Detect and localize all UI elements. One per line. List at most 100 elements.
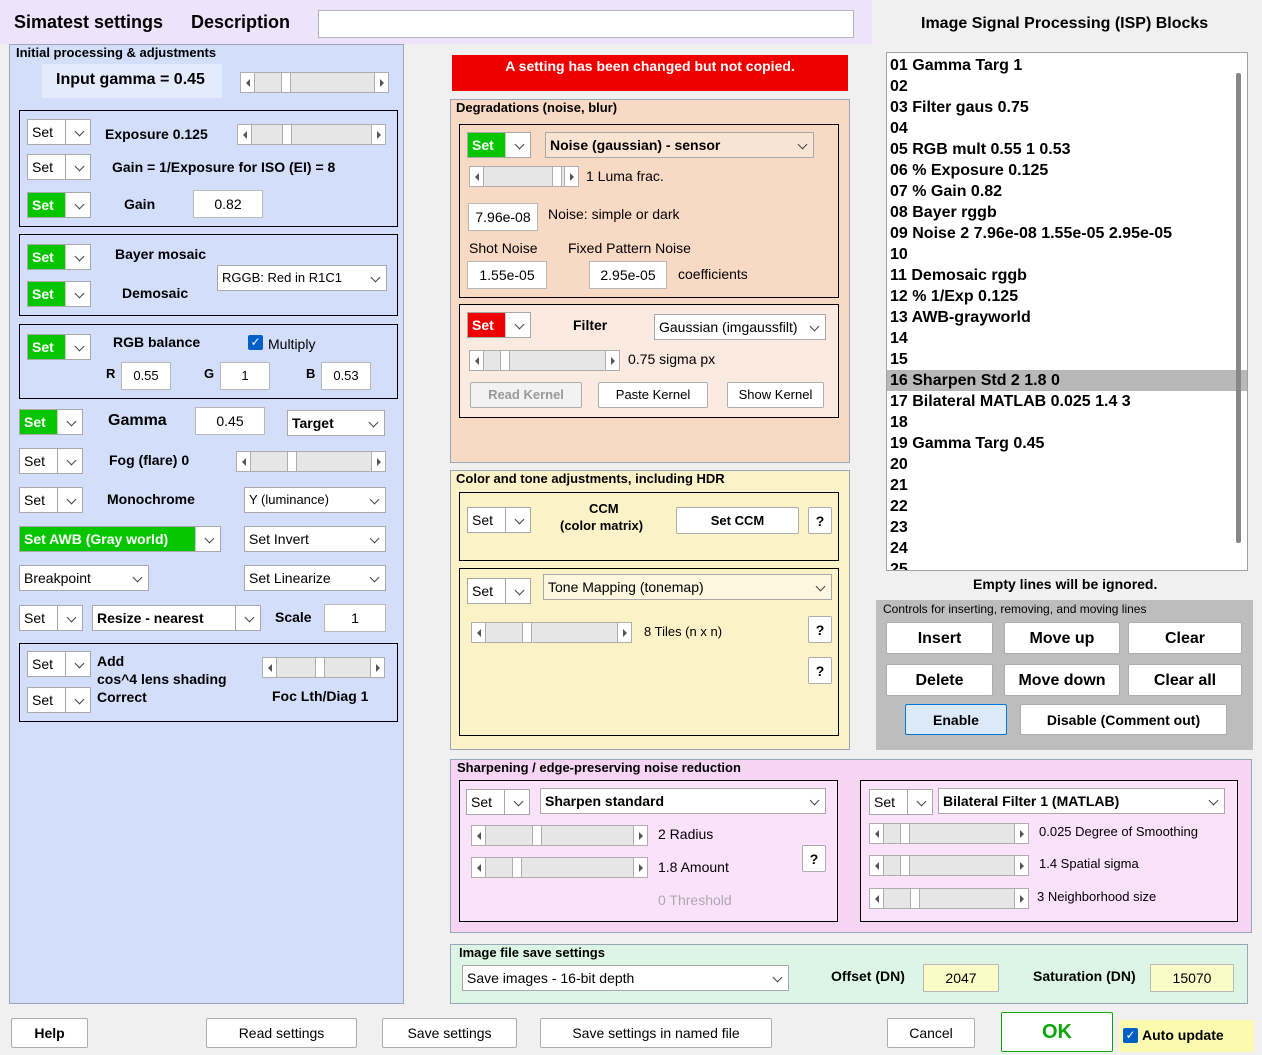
list-item[interactable]: 04 bbox=[887, 118, 1247, 139]
ccm-help-button[interactable]: ? bbox=[808, 507, 832, 534]
awb-dropdown[interactable]: Set AWB (Gray world) bbox=[19, 526, 221, 552]
filter-type-dropdown[interactable]: Gaussian (imgaussfilt) bbox=[654, 314, 826, 340]
list-item[interactable]: 05 RGB mult 0.55 1 0.53 bbox=[887, 139, 1247, 160]
b-input[interactable]: 0.53 bbox=[321, 362, 371, 390]
list-item[interactable]: 10 bbox=[887, 244, 1247, 265]
r-input[interactable]: 0.55 bbox=[121, 362, 171, 390]
tiles-slider[interactable] bbox=[471, 622, 632, 643]
noise-input[interactable]: 7.96e-08 bbox=[468, 203, 538, 231]
list-item[interactable]: 22 bbox=[887, 496, 1247, 517]
list-item[interactable]: 03 Filter gaus 0.75 bbox=[887, 97, 1247, 118]
exposure-set-dropdown[interactable]: Set bbox=[27, 119, 91, 145]
radius-slider[interactable] bbox=[471, 825, 648, 846]
scale-input[interactable]: 1 bbox=[324, 604, 386, 632]
gain-input[interactable]: 0.82 bbox=[193, 190, 263, 218]
tone-help-button-2[interactable]: ? bbox=[808, 657, 832, 684]
list-item[interactable]: 23 bbox=[887, 517, 1247, 538]
amount-slider[interactable] bbox=[471, 857, 648, 878]
offset-input[interactable]: 2047 bbox=[923, 964, 999, 992]
list-item[interactable]: 06 % Exposure 0.125 bbox=[887, 160, 1247, 181]
list-item[interactable]: 15 bbox=[887, 349, 1247, 370]
gain-set-dropdown[interactable]: Set bbox=[27, 192, 91, 218]
list-item[interactable]: 24 bbox=[887, 538, 1247, 559]
read-kernel-button[interactable]: Read Kernel bbox=[470, 382, 582, 408]
bayer-pattern-dropdown[interactable]: RGGB: Red in R1C1 bbox=[217, 265, 387, 291]
list-item[interactable]: 14 bbox=[887, 328, 1247, 349]
mono-set-dropdown[interactable]: Set bbox=[19, 487, 83, 513]
delete-button[interactable]: Delete bbox=[886, 664, 993, 696]
clear-button[interactable]: Clear bbox=[1128, 622, 1242, 654]
breakpoint-dropdown[interactable]: Breakpoint bbox=[19, 565, 149, 591]
list-item[interactable]: 25 bbox=[887, 559, 1247, 570]
list-item[interactable]: 11 Demosaic rggb bbox=[887, 265, 1247, 286]
auto-update-checkbox[interactable]: ✓ bbox=[1123, 1028, 1138, 1043]
exposure-slider[interactable] bbox=[237, 124, 386, 145]
list-item[interactable]: 13 AWB-grayworld bbox=[887, 307, 1247, 328]
bayer-set-dropdown[interactable]: Set bbox=[27, 244, 91, 270]
sigma-slider[interactable] bbox=[469, 350, 620, 371]
sharpen-set-dropdown[interactable]: Set bbox=[466, 789, 530, 815]
lens-add-set-dropdown[interactable]: Set bbox=[27, 651, 91, 677]
noise-set-dropdown[interactable]: Set bbox=[467, 132, 531, 158]
multiply-checkbox[interactable]: ✓ bbox=[248, 335, 263, 350]
cancel-button[interactable]: Cancel bbox=[887, 1018, 975, 1048]
bilateral-set-dropdown[interactable]: Set bbox=[869, 789, 933, 815]
list-item[interactable]: 19 Gamma Targ 0.45 bbox=[887, 433, 1247, 454]
list-item[interactable]: 18 bbox=[887, 412, 1247, 433]
tone-help-button[interactable]: ? bbox=[808, 616, 832, 643]
sharpen-help-button[interactable]: ? bbox=[802, 845, 826, 872]
disable-button[interactable]: Disable (Comment out) bbox=[1020, 704, 1227, 735]
resize-set-dropdown[interactable]: Set bbox=[19, 605, 83, 631]
gamma-mode-dropdown[interactable]: Target bbox=[287, 410, 385, 436]
save-settings-button[interactable]: Save settings bbox=[382, 1018, 517, 1048]
tone-mapping-dropdown[interactable]: Tone Mapping (tonemap) bbox=[543, 574, 832, 600]
save-format-dropdown[interactable]: Save images - 16-bit depth bbox=[462, 965, 789, 991]
tone-set-dropdown[interactable]: Set bbox=[467, 578, 531, 604]
gamma-input[interactable]: 0.45 bbox=[195, 407, 265, 435]
bilateral-type-dropdown[interactable]: Bilateral Filter 1 (MATLAB) bbox=[938, 788, 1225, 814]
move-up-button[interactable]: Move up bbox=[1004, 622, 1120, 654]
focal-length-slider[interactable] bbox=[262, 657, 385, 678]
list-item[interactable]: 21 bbox=[887, 475, 1247, 496]
move-down-button[interactable]: Move down bbox=[1004, 664, 1120, 696]
paste-kernel-button[interactable]: Paste Kernel bbox=[598, 382, 708, 408]
linearize-dropdown[interactable]: Set Linearize bbox=[244, 565, 386, 591]
list-item[interactable]: 09 Noise 2 7.96e-08 1.55e-05 2.95e-05 bbox=[887, 223, 1247, 244]
enable-button[interactable]: Enable bbox=[905, 704, 1007, 735]
list-item[interactable]: 12 % 1/Exp 0.125 bbox=[887, 286, 1247, 307]
list-item[interactable]: 01 Gamma Targ 1 bbox=[887, 55, 1247, 76]
list-item[interactable]: 20 bbox=[887, 454, 1247, 475]
help-button[interactable]: Help bbox=[11, 1018, 88, 1048]
save-named-button[interactable]: Save settings in named file bbox=[540, 1018, 772, 1048]
lens-correct-set-dropdown[interactable]: Set bbox=[27, 687, 91, 713]
gamma-set-dropdown[interactable]: Set bbox=[19, 409, 83, 435]
read-settings-button[interactable]: Read settings bbox=[206, 1018, 357, 1048]
filter-set-dropdown[interactable]: Set bbox=[467, 312, 531, 338]
smoothing-slider[interactable] bbox=[869, 823, 1029, 844]
show-kernel-button[interactable]: Show Kernel bbox=[727, 382, 824, 408]
sharpen-type-dropdown[interactable]: Sharpen standard bbox=[540, 788, 826, 814]
fpn-input[interactable]: 2.95e-05 bbox=[589, 261, 667, 289]
fog-slider[interactable] bbox=[236, 451, 386, 472]
neighborhood-slider[interactable] bbox=[869, 888, 1029, 909]
rgb-set-dropdown[interactable]: Set bbox=[27, 334, 91, 360]
input-gamma-slider[interactable] bbox=[240, 72, 389, 93]
set-ccm-button[interactable]: Set CCM bbox=[676, 507, 799, 534]
description-input[interactable] bbox=[318, 10, 854, 38]
noise-type-dropdown[interactable]: Noise (gaussian) - sensor bbox=[545, 132, 814, 158]
list-item[interactable]: 17 Bilateral MATLAB 0.025 1.4 3 bbox=[887, 391, 1247, 412]
list-item[interactable]: 08 Bayer rggb bbox=[887, 202, 1247, 223]
demosaic-set-dropdown[interactable]: Set bbox=[27, 281, 91, 307]
isp-block-list[interactable]: 01 Gamma Targ 1 02 03 Filter gaus 0.75 04 05… bbox=[886, 52, 1248, 571]
gain-iso-set-dropdown[interactable]: Set bbox=[27, 154, 91, 180]
mono-option-dropdown[interactable]: Y (luminance) bbox=[244, 487, 386, 513]
shot-noise-input[interactable]: 1.55e-05 bbox=[467, 261, 547, 289]
invert-dropdown[interactable]: Set Invert bbox=[244, 526, 386, 552]
list-item[interactable]: 07 % Gain 0.82 bbox=[887, 181, 1247, 202]
list-item[interactable]: 02 bbox=[887, 76, 1247, 97]
list-scrollbar[interactable] bbox=[1236, 73, 1241, 543]
luma-slider[interactable] bbox=[469, 166, 579, 187]
insert-button[interactable]: Insert bbox=[886, 622, 993, 654]
spatial-slider[interactable] bbox=[869, 855, 1029, 876]
fog-set-dropdown[interactable]: Set bbox=[19, 448, 83, 474]
